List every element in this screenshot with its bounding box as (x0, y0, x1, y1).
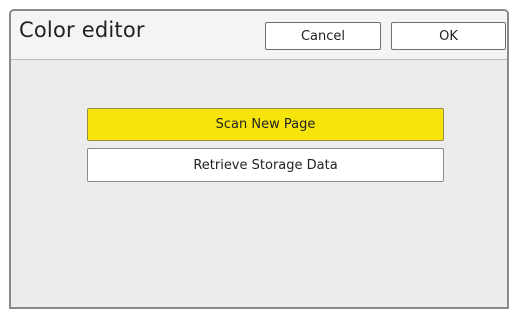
cancel-button[interactable]: Cancel (265, 22, 381, 50)
retrieve-storage-data-button[interactable]: Retrieve Storage Data (87, 148, 444, 182)
scan-new-page-button[interactable]: Scan New Page (87, 108, 444, 141)
ok-button[interactable]: OK (391, 22, 506, 50)
color-editor-screen: Color editor Cancel OK Scan New Page Ret… (9, 9, 509, 309)
content-area: Scan New Page Retrieve Storage Data (11, 60, 507, 307)
page-title: Color editor (19, 18, 145, 42)
header-bar: Color editor Cancel OK (11, 11, 507, 60)
